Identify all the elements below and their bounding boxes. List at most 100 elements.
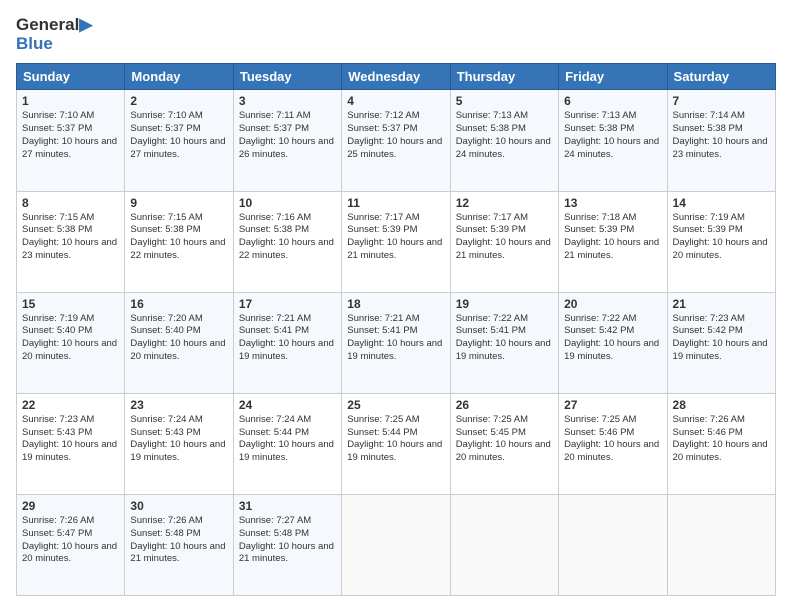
day-cell: 25 Sunrise: 7:25 AMSunset: 5:44 PMDaylig… — [342, 393, 450, 494]
day-info: Sunrise: 7:15 AMSunset: 5:38 PMDaylight:… — [22, 212, 117, 261]
day-number: 5 — [456, 94, 553, 108]
day-number: 4 — [347, 94, 444, 108]
week-row-5: 29 Sunrise: 7:26 AMSunset: 5:47 PMDaylig… — [17, 494, 776, 595]
day-number: 23 — [130, 398, 227, 412]
day-cell: 9 Sunrise: 7:15 AMSunset: 5:38 PMDayligh… — [125, 191, 233, 292]
day-info: Sunrise: 7:15 AMSunset: 5:38 PMDaylight:… — [130, 212, 225, 261]
day-number: 11 — [347, 196, 444, 210]
day-cell: 30 Sunrise: 7:26 AMSunset: 5:48 PMDaylig… — [125, 494, 233, 595]
day-info: Sunrise: 7:17 AMSunset: 5:39 PMDaylight:… — [347, 212, 442, 261]
day-cell: 26 Sunrise: 7:25 AMSunset: 5:45 PMDaylig… — [450, 393, 558, 494]
week-row-4: 22 Sunrise: 7:23 AMSunset: 5:43 PMDaylig… — [17, 393, 776, 494]
day-number: 1 — [22, 94, 119, 108]
day-number: 6 — [564, 94, 661, 108]
day-header-thursday: Thursday — [450, 64, 558, 90]
header: General▶ Blue — [16, 16, 776, 53]
day-number: 29 — [22, 499, 119, 513]
day-info: Sunrise: 7:18 AMSunset: 5:39 PMDaylight:… — [564, 212, 659, 261]
day-info: Sunrise: 7:10 AMSunset: 5:37 PMDaylight:… — [130, 110, 225, 159]
calendar-table: SundayMondayTuesdayWednesdayThursdayFrid… — [16, 63, 776, 596]
day-header-friday: Friday — [559, 64, 667, 90]
day-info: Sunrise: 7:14 AMSunset: 5:38 PMDaylight:… — [673, 110, 768, 159]
day-number: 16 — [130, 297, 227, 311]
day-number: 31 — [239, 499, 336, 513]
day-number: 7 — [673, 94, 770, 108]
day-number: 28 — [673, 398, 770, 412]
day-info: Sunrise: 7:17 AMSunset: 5:39 PMDaylight:… — [456, 212, 551, 261]
day-number: 14 — [673, 196, 770, 210]
day-number: 12 — [456, 196, 553, 210]
day-cell: 5 Sunrise: 7:13 AMSunset: 5:38 PMDayligh… — [450, 90, 558, 191]
day-header-tuesday: Tuesday — [233, 64, 341, 90]
day-cell: 12 Sunrise: 7:17 AMSunset: 5:39 PMDaylig… — [450, 191, 558, 292]
day-number: 27 — [564, 398, 661, 412]
day-cell: 18 Sunrise: 7:21 AMSunset: 5:41 PMDaylig… — [342, 292, 450, 393]
day-info: Sunrise: 7:26 AMSunset: 5:48 PMDaylight:… — [130, 515, 225, 564]
day-cell: 24 Sunrise: 7:24 AMSunset: 5:44 PMDaylig… — [233, 393, 341, 494]
day-info: Sunrise: 7:24 AMSunset: 5:43 PMDaylight:… — [130, 414, 225, 463]
day-info: Sunrise: 7:13 AMSunset: 5:38 PMDaylight:… — [456, 110, 551, 159]
day-cell: 10 Sunrise: 7:16 AMSunset: 5:38 PMDaylig… — [233, 191, 341, 292]
day-info: Sunrise: 7:23 AMSunset: 5:43 PMDaylight:… — [22, 414, 117, 463]
day-number: 9 — [130, 196, 227, 210]
day-info: Sunrise: 7:26 AMSunset: 5:46 PMDaylight:… — [673, 414, 768, 463]
day-cell: 17 Sunrise: 7:21 AMSunset: 5:41 PMDaylig… — [233, 292, 341, 393]
logo-svg: General▶ Blue — [16, 16, 92, 53]
day-info: Sunrise: 7:22 AMSunset: 5:42 PMDaylight:… — [564, 313, 659, 362]
day-cell: 6 Sunrise: 7:13 AMSunset: 5:38 PMDayligh… — [559, 90, 667, 191]
day-number: 25 — [347, 398, 444, 412]
day-info: Sunrise: 7:20 AMSunset: 5:40 PMDaylight:… — [130, 313, 225, 362]
day-number: 22 — [22, 398, 119, 412]
day-info: Sunrise: 7:26 AMSunset: 5:47 PMDaylight:… — [22, 515, 117, 564]
day-cell: 31 Sunrise: 7:27 AMSunset: 5:48 PMDaylig… — [233, 494, 341, 595]
day-info: Sunrise: 7:21 AMSunset: 5:41 PMDaylight:… — [239, 313, 334, 362]
day-info: Sunrise: 7:12 AMSunset: 5:37 PMDaylight:… — [347, 110, 442, 159]
day-info: Sunrise: 7:27 AMSunset: 5:48 PMDaylight:… — [239, 515, 334, 564]
day-info: Sunrise: 7:13 AMSunset: 5:38 PMDaylight:… — [564, 110, 659, 159]
day-info: Sunrise: 7:11 AMSunset: 5:37 PMDaylight:… — [239, 110, 334, 159]
logo: General▶ Blue — [16, 16, 92, 53]
day-number: 2 — [130, 94, 227, 108]
logo-line2: Blue — [16, 35, 92, 54]
day-cell — [559, 494, 667, 595]
week-row-2: 8 Sunrise: 7:15 AMSunset: 5:38 PMDayligh… — [17, 191, 776, 292]
day-number: 30 — [130, 499, 227, 513]
day-info: Sunrise: 7:19 AMSunset: 5:39 PMDaylight:… — [673, 212, 768, 261]
day-cell: 14 Sunrise: 7:19 AMSunset: 5:39 PMDaylig… — [667, 191, 775, 292]
day-header-saturday: Saturday — [667, 64, 775, 90]
week-row-3: 15 Sunrise: 7:19 AMSunset: 5:40 PMDaylig… — [17, 292, 776, 393]
day-cell: 11 Sunrise: 7:17 AMSunset: 5:39 PMDaylig… — [342, 191, 450, 292]
day-cell: 15 Sunrise: 7:19 AMSunset: 5:40 PMDaylig… — [17, 292, 125, 393]
day-info: Sunrise: 7:19 AMSunset: 5:40 PMDaylight:… — [22, 313, 117, 362]
day-cell: 29 Sunrise: 7:26 AMSunset: 5:47 PMDaylig… — [17, 494, 125, 595]
day-number: 8 — [22, 196, 119, 210]
day-cell — [667, 494, 775, 595]
day-number: 20 — [564, 297, 661, 311]
day-info: Sunrise: 7:24 AMSunset: 5:44 PMDaylight:… — [239, 414, 334, 463]
day-cell: 1 Sunrise: 7:10 AMSunset: 5:37 PMDayligh… — [17, 90, 125, 191]
day-info: Sunrise: 7:25 AMSunset: 5:44 PMDaylight:… — [347, 414, 442, 463]
day-info: Sunrise: 7:22 AMSunset: 5:41 PMDaylight:… — [456, 313, 551, 362]
day-number: 24 — [239, 398, 336, 412]
day-number: 21 — [673, 297, 770, 311]
day-number: 26 — [456, 398, 553, 412]
day-info: Sunrise: 7:21 AMSunset: 5:41 PMDaylight:… — [347, 313, 442, 362]
day-info: Sunrise: 7:16 AMSunset: 5:38 PMDaylight:… — [239, 212, 334, 261]
day-number: 15 — [22, 297, 119, 311]
day-cell: 4 Sunrise: 7:12 AMSunset: 5:37 PMDayligh… — [342, 90, 450, 191]
day-cell: 7 Sunrise: 7:14 AMSunset: 5:38 PMDayligh… — [667, 90, 775, 191]
day-info: Sunrise: 7:25 AMSunset: 5:45 PMDaylight:… — [456, 414, 551, 463]
day-cell: 16 Sunrise: 7:20 AMSunset: 5:40 PMDaylig… — [125, 292, 233, 393]
day-header-sunday: Sunday — [17, 64, 125, 90]
day-cell: 22 Sunrise: 7:23 AMSunset: 5:43 PMDaylig… — [17, 393, 125, 494]
day-info: Sunrise: 7:25 AMSunset: 5:46 PMDaylight:… — [564, 414, 659, 463]
day-cell — [342, 494, 450, 595]
day-cell: 2 Sunrise: 7:10 AMSunset: 5:37 PMDayligh… — [125, 90, 233, 191]
day-number: 18 — [347, 297, 444, 311]
day-cell: 13 Sunrise: 7:18 AMSunset: 5:39 PMDaylig… — [559, 191, 667, 292]
day-number: 3 — [239, 94, 336, 108]
logo-line1: General▶ — [16, 16, 92, 35]
day-header-monday: Monday — [125, 64, 233, 90]
day-number: 13 — [564, 196, 661, 210]
day-number: 19 — [456, 297, 553, 311]
